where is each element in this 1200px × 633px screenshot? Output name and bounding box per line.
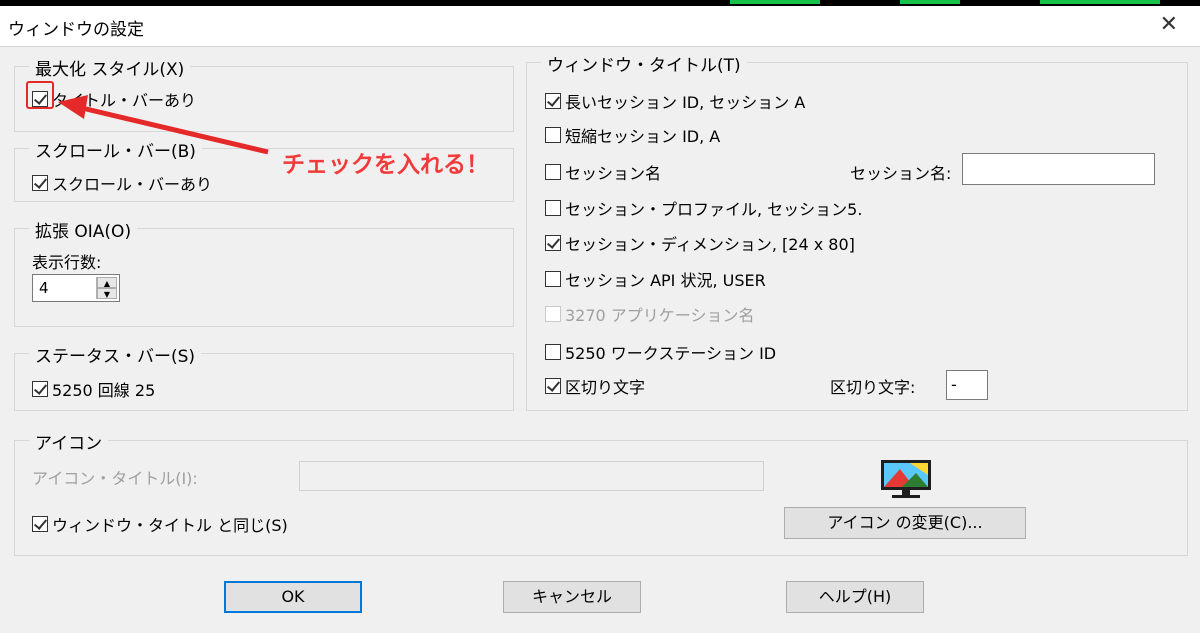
annotation-arrow [58,95,269,155]
annotation-text: チェックを入れる！ [282,152,489,178]
